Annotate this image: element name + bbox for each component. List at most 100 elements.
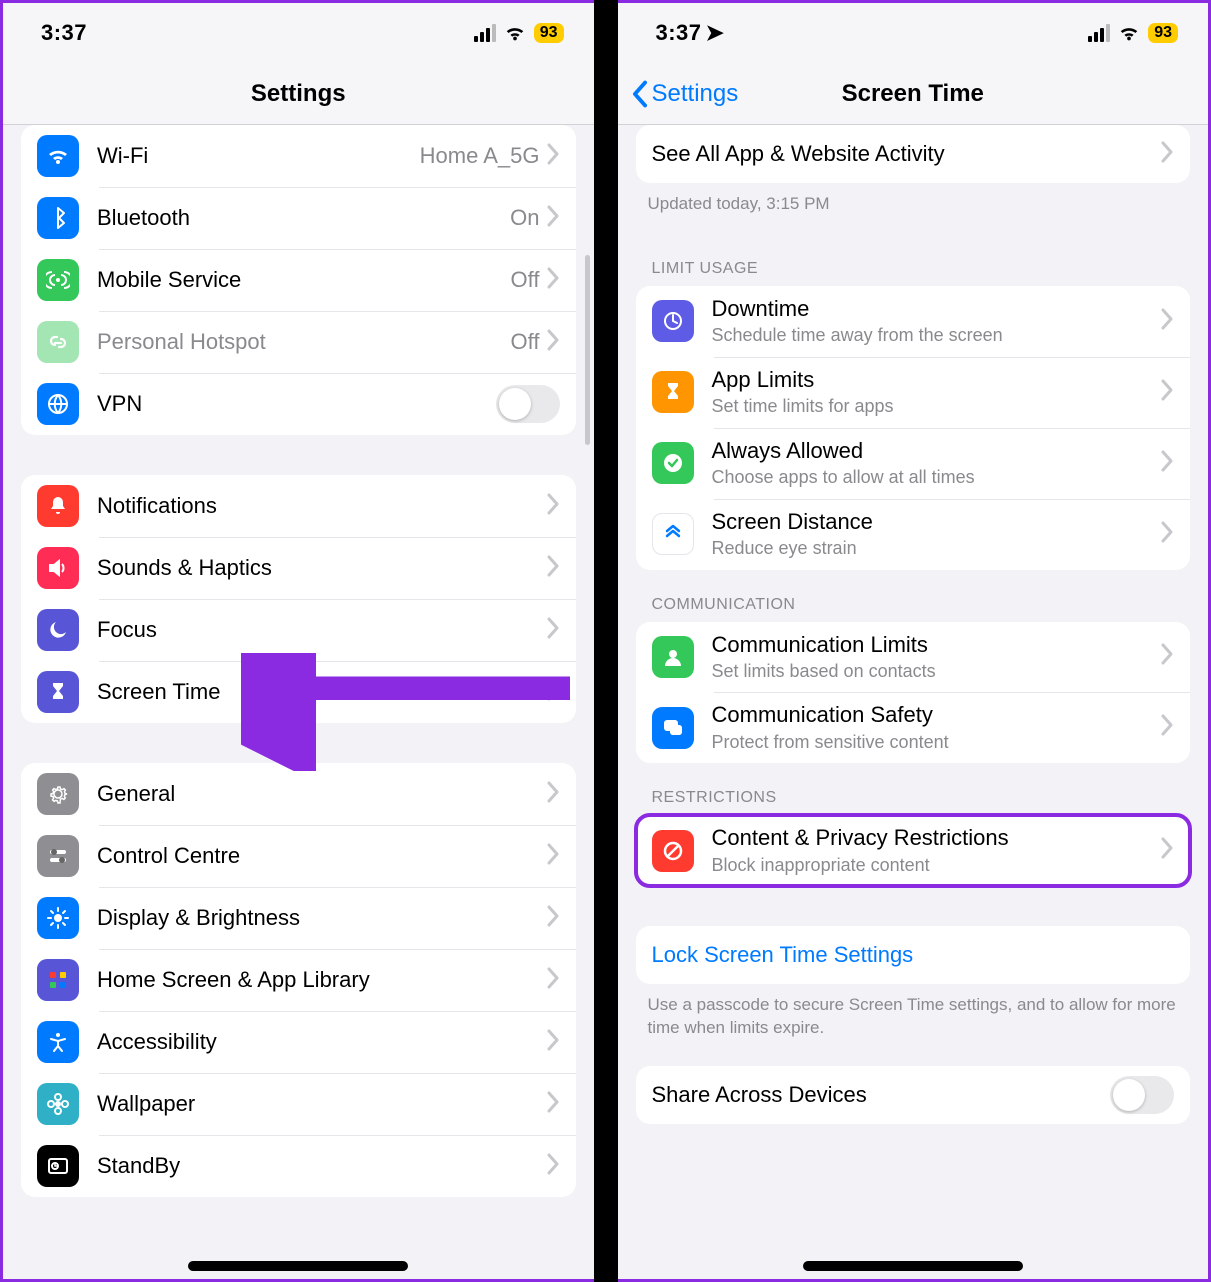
bell-icon <box>37 485 79 527</box>
toggle-vpn[interactable] <box>496 385 560 423</box>
grid-icon <box>37 959 79 1001</box>
row-label: Lock Screen Time Settings <box>652 942 1175 968</box>
row-bluetooth[interactable]: BluetoothOn <box>21 187 576 249</box>
row-vpn[interactable]: VPN <box>21 373 576 435</box>
page-title: Settings <box>251 80 346 108</box>
row-label: See All App & Website Activity <box>652 141 1161 167</box>
gear-icon <box>37 773 79 815</box>
row-label: General <box>97 781 546 807</box>
nosign-icon <box>652 830 694 872</box>
row-communication-safety[interactable]: Communication Safety Protect from sensiti… <box>636 692 1191 763</box>
group-notifications: NotificationsSounds & Haptics Focus Screen… <box>21 475 576 723</box>
row-label: Content & Privacy Restrictions <box>712 825 1161 851</box>
row-label: Personal Hotspot <box>97 329 511 355</box>
nav-bar: Settings <box>3 63 594 125</box>
switches-icon <box>37 835 79 877</box>
chevron-right-icon <box>546 679 560 706</box>
row-share-devices[interactable]: Share Across Devices <box>636 1066 1191 1124</box>
chevron-right-icon <box>546 555 560 582</box>
chevron-right-icon <box>546 205 560 232</box>
chevron-right-icon <box>546 905 560 932</box>
row-control-centre[interactable]: Control Centre <box>21 825 576 887</box>
chevron-right-icon <box>1160 837 1174 864</box>
row-app-limits[interactable]: App LimitsSet time limits for apps <box>636 357 1191 428</box>
screentime-screen: 3:37➤ 93 Settings Screen Time See All Ap… <box>618 0 1211 1282</box>
chevron-right-icon <box>1160 308 1174 335</box>
clock-icon <box>37 1145 79 1187</box>
row-label: Accessibility <box>97 1029 546 1055</box>
back-label: Settings <box>652 80 739 108</box>
screentime-list[interactable]: See All App & Website Activity Updated t… <box>618 125 1209 1279</box>
row-wi-fi[interactable]: Wi-FiHome A_5G <box>21 125 576 187</box>
chevron-right-icon <box>1160 141 1174 168</box>
row-notifications[interactable]: Notifications <box>21 475 576 537</box>
bt-icon <box>37 197 79 239</box>
row-lock-settings[interactable]: Lock Screen Time Settings <box>636 926 1191 984</box>
row-sublabel: Block inappropriate content <box>712 854 1161 877</box>
chevron-right-icon <box>1160 714 1174 741</box>
row-label: Communication Limits <box>712 632 1161 658</box>
settings-list[interactable]: Wi-FiHome A_5GBluetoothOnMobile ServiceO… <box>3 125 594 1279</box>
lock-footnote: Use a passcode to secure Screen Time set… <box>618 984 1209 1058</box>
chevron-right-icon <box>1160 521 1174 548</box>
row-focus[interactable]: Focus <box>21 599 576 661</box>
battery-badge: 93 <box>534 23 564 43</box>
row-mobile-service[interactable]: Mobile ServiceOff <box>21 249 576 311</box>
row-downtime[interactable]: DowntimeSchedule time away from the scre… <box>636 286 1191 357</box>
updated-footnote: Updated today, 3:15 PM <box>618 183 1209 234</box>
status-bar: 3:37➤ 93 <box>618 3 1209 63</box>
header-limit-usage: LIMIT USAGE <box>618 234 1209 286</box>
row-accessibility[interactable]: Accessibility <box>21 1011 576 1073</box>
chevron-right-icon <box>546 267 560 294</box>
row-label: Focus <box>97 617 546 643</box>
row-value: Off <box>511 267 540 293</box>
globe-icon <box>37 383 79 425</box>
row-value: Home A_5G <box>420 143 540 169</box>
person-icon <box>652 636 694 678</box>
moon-icon <box>37 609 79 651</box>
header-communication: COMMUNICATION <box>618 570 1209 622</box>
group-general: General Control Centre Display & Brightnes… <box>21 763 576 1197</box>
row-value: On <box>510 205 539 231</box>
row-sublabel: Protect from sensitive content <box>712 731 1161 754</box>
row-standby[interactable]: StandBy <box>21 1135 576 1197</box>
downtime-icon <box>652 300 694 342</box>
check-icon <box>652 442 694 484</box>
row-always-allowed[interactable]: Always AllowedChoose apps to allow at al… <box>636 428 1191 499</box>
status-bar: 3:37 93 <box>3 3 594 63</box>
wifi-icon <box>504 22 526 44</box>
speaker-icon <box>37 547 79 589</box>
row-label: Screen Distance <box>712 509 1161 535</box>
share-toggle[interactable] <box>1110 1076 1174 1114</box>
row-sublabel: Set time limits for apps <box>712 395 1161 418</box>
home-indicator <box>188 1261 408 1271</box>
row-sublabel: Reduce eye strain <box>712 537 1161 560</box>
back-button[interactable]: Settings <box>630 80 739 108</box>
row-communication-limits[interactable]: Communication LimitsSet limits based on … <box>636 622 1191 693</box>
cellular-signal-icon <box>474 24 496 42</box>
row-screen-time[interactable]: Screen Time <box>21 661 576 723</box>
flower-icon <box>37 1083 79 1125</box>
row-screen-distance[interactable]: Screen DistanceReduce eye strain <box>636 499 1191 570</box>
row-label: Communication Safety <box>712 702 1161 728</box>
header-restrictions: RESTRICTIONS <box>618 763 1209 815</box>
row-home-screen-app-library[interactable]: Home Screen & App Library <box>21 949 576 1011</box>
row-see-activity[interactable]: See All App & Website Activity <box>636 125 1191 183</box>
row-personal-hotspot[interactable]: Personal HotspotOff <box>21 311 576 373</box>
row-label: Display & Brightness <box>97 905 546 931</box>
location-icon: ➤ <box>706 20 725 45</box>
row-general[interactable]: General <box>21 763 576 825</box>
group-limit-usage: DowntimeSchedule time away from the scre… <box>636 286 1191 570</box>
chevron-right-icon <box>546 843 560 870</box>
row-display-brightness[interactable]: Display & Brightness <box>21 887 576 949</box>
row-sublabel: Choose apps to allow at all times <box>712 466 1161 489</box>
wifi-icon <box>37 135 79 177</box>
row-content-privacy-restrictions[interactable]: Content & Privacy Restrictions Block inap… <box>636 815 1191 886</box>
cellular-signal-icon <box>1088 24 1110 42</box>
home-indicator <box>803 1261 1023 1271</box>
row-wallpaper[interactable]: Wallpaper <box>21 1073 576 1135</box>
access-icon <box>37 1021 79 1063</box>
row-label: VPN <box>97 391 496 417</box>
group-restrictions: Content & Privacy Restrictions Block inap… <box>636 815 1191 886</box>
row-sounds-haptics[interactable]: Sounds & Haptics <box>21 537 576 599</box>
